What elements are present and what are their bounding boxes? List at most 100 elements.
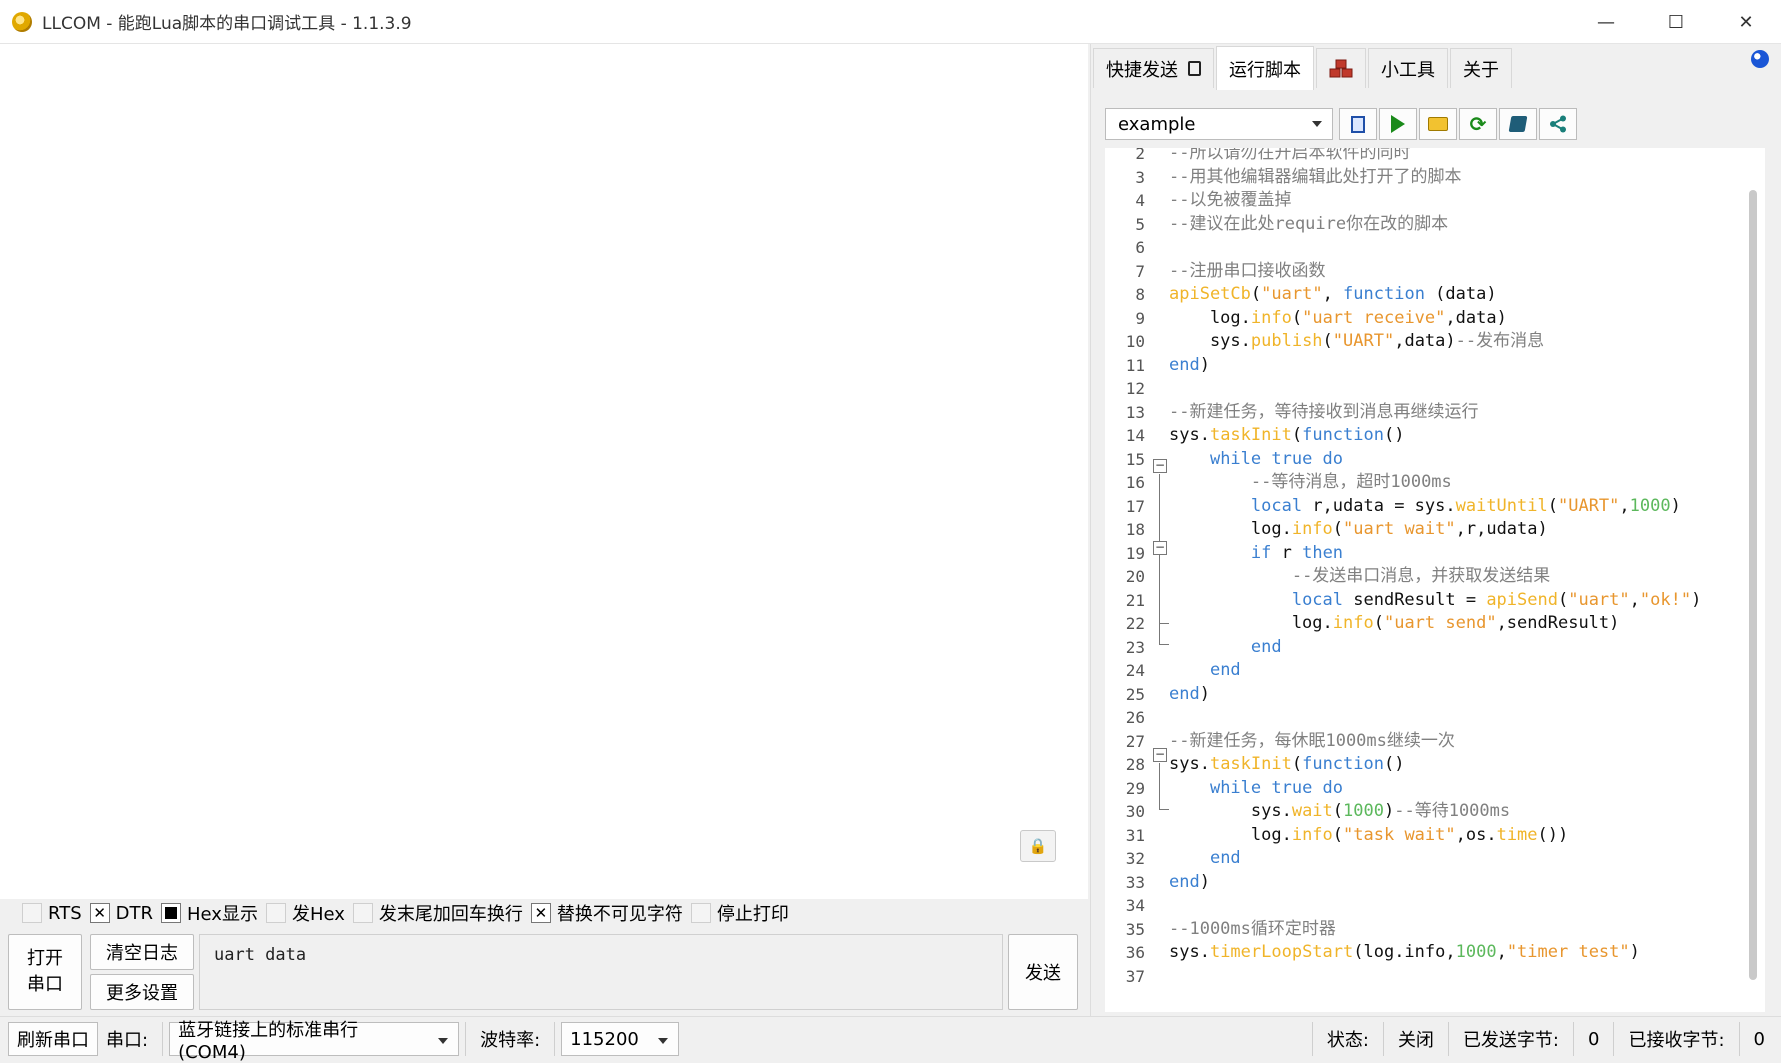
code-text: end) <box>1169 683 1210 707</box>
code-token: ,sendResult) <box>1496 613 1620 633</box>
state-value: 关闭 <box>1397 1030 1434 1051</box>
code-token: (data) <box>1424 284 1497 304</box>
code-line: 27 --新建任务，每休眠1000ms继续一次 <box>1105 730 1765 754</box>
editor-scrollbar[interactable] <box>1749 190 1757 980</box>
more-settings-button[interactable]: 更多设置 <box>90 974 194 1010</box>
line-number: 6 <box>1135 238 1145 257</box>
tab-quick-send[interactable]: 快捷发送 <box>1093 48 1214 88</box>
checkbox-label: 发末尾加回车换行 <box>378 904 523 925</box>
docs-button[interactable] <box>1499 108 1537 140</box>
title-bar: LLCOM - 能跑Lua脚本的串口调试工具 - 1.1.3.9 — ☐ ✕ <box>0 0 1781 44</box>
checkbox-stop-print[interactable]: 停止打印 <box>690 900 789 926</box>
tab-tools[interactable]: 小工具 <box>1368 48 1448 88</box>
checkbox-replace-invisible[interactable]: ✕ 替换不可见字符 <box>530 900 683 926</box>
maximize-button[interactable]: ☐ <box>1641 0 1711 44</box>
code-token: if <box>1250 542 1272 563</box>
code-text: sys.timerLoopStart(log.info,1000,"timer … <box>1169 941 1640 965</box>
code-token: ( <box>1291 425 1303 445</box>
code-token: waitUntil <box>1455 495 1548 516</box>
fold-toggle[interactable]: − <box>1153 459 1167 473</box>
code-token: ( <box>1332 824 1344 845</box>
code-token: local <box>1291 589 1344 610</box>
code-token: r <box>1271 542 1303 563</box>
fold-guide <box>1159 809 1169 810</box>
code-text: log.info("uart receive",data) <box>1169 307 1507 331</box>
globe-icon[interactable] <box>1751 50 1769 68</box>
code-token: ( <box>1373 613 1384 633</box>
code-token: sys. <box>1169 942 1210 962</box>
fold-toggle[interactable]: − <box>1153 748 1167 762</box>
tab-plugins[interactable] <box>1316 48 1366 88</box>
code-line: 26 <box>1105 706 1765 730</box>
new-script-button[interactable] <box>1339 108 1377 140</box>
code-text: --所以请勿在开启本软件的同时 <box>1169 148 1410 166</box>
lock-scroll-button[interactable]: 🔒 <box>1020 830 1056 862</box>
port-select[interactable]: 蓝牙链接上的标准串行 (COM4) <box>169 1020 460 1063</box>
baud-select[interactable]: 115200 <box>561 1022 680 1056</box>
send-data-input[interactable]: uart data <box>199 934 1003 1010</box>
close-button[interactable]: ✕ <box>1711 0 1781 44</box>
options-checkbox-row: RTS ✕ DTR Hex显示 发Hex 发末尾加回车换行 ✕ 替换不可见字符 停止… <box>22 900 797 926</box>
received-bytes-label: 已接收字节: <box>1628 1030 1725 1051</box>
code-token: log. <box>1169 519 1292 539</box>
code-token: end <box>1169 683 1200 704</box>
checkbox-box[interactable] <box>22 903 42 923</box>
checkbox-dtr[interactable]: ✕ DTR <box>89 903 153 924</box>
checkbox-append-crlf[interactable]: 发末尾加回车换行 <box>352 900 523 926</box>
open-port-button[interactable]: 打开 串口 <box>8 934 82 1010</box>
fold-toggle[interactable]: − <box>1153 541 1167 555</box>
checkbox-box[interactable] <box>161 903 181 923</box>
open-folder-button[interactable] <box>1419 108 1457 140</box>
tab-about[interactable]: 关于 <box>1450 48 1512 88</box>
tab-run-script[interactable]: 运行脚本 <box>1216 46 1314 90</box>
checkbox-box[interactable] <box>690 903 711 923</box>
script-select[interactable]: example <box>1105 108 1333 140</box>
refresh-icon: ⟳ <box>1469 112 1487 136</box>
checkbox-box[interactable]: ✕ <box>530 903 551 923</box>
code-token: ( <box>1547 495 1558 516</box>
checkbox-send-hex[interactable]: 发Hex <box>265 900 345 926</box>
code-token: ()) <box>1537 824 1569 845</box>
serial-output-area[interactable] <box>0 44 1088 899</box>
share-button[interactable] <box>1539 108 1577 140</box>
code-line: 21 local sendResult = apiSend("uart","ok… <box>1105 589 1765 613</box>
line-number: 33 <box>1125 872 1145 892</box>
checkbox-box[interactable] <box>265 903 286 923</box>
minimize-button[interactable]: — <box>1571 0 1641 44</box>
code-text: apiSetCb("uart", function (data) <box>1169 283 1497 307</box>
code-token: ( <box>1322 331 1333 351</box>
code-line: 20 --发送串口消息，并获取发送结果 <box>1105 565 1765 589</box>
code-token: then <box>1302 542 1344 563</box>
code-token: --等待1000ms <box>1394 801 1511 821</box>
checkbox-box[interactable] <box>352 903 373 923</box>
checkbox-rts[interactable]: RTS <box>22 903 82 924</box>
line-number: 2 <box>1135 148 1145 163</box>
divider <box>1573 1022 1575 1056</box>
code-token: ,data) <box>1445 307 1507 328</box>
code-line: 19 if r then <box>1105 542 1765 566</box>
run-script-button[interactable] <box>1379 108 1417 140</box>
code-token: timerLoopStart <box>1209 942 1354 962</box>
tab-label: 快捷发送 <box>1106 59 1178 81</box>
refresh-port-button[interactable]: 刷新串口 <box>8 1022 98 1056</box>
code-token: while true do <box>1209 448 1344 469</box>
code-token: sys. <box>1169 754 1210 774</box>
checkbox-label: 发Hex <box>291 904 345 925</box>
code-token: publish <box>1250 331 1323 351</box>
checkbox-hex-display[interactable]: Hex显示 <box>161 900 258 926</box>
code-editor[interactable]: 2 --所以请勿在开启本软件的同时 3 --用其他编辑器编辑此处打开了的脚本 4 --以免… <box>1105 148 1765 1012</box>
refresh-script-button[interactable]: ⟳ <box>1459 108 1497 140</box>
clear-log-button[interactable]: 清空日志 <box>90 934 194 970</box>
play-icon <box>1391 115 1405 133</box>
line-number: 17 <box>1125 496 1145 516</box>
line-number: 4 <box>1135 191 1145 210</box>
code-token: function <box>1302 425 1384 445</box>
checkbox-box[interactable]: ✕ <box>89 903 110 923</box>
status-bar: 刷新串口 串口: 蓝牙链接上的标准串行 (COM4) 波特率: 115200 状… <box>0 1016 1781 1063</box>
line-number: 21 <box>1125 590 1145 610</box>
line-number: 35 <box>1125 919 1145 939</box>
send-button[interactable]: 发送 <box>1008 934 1078 1010</box>
fold-guide <box>1159 474 1160 644</box>
